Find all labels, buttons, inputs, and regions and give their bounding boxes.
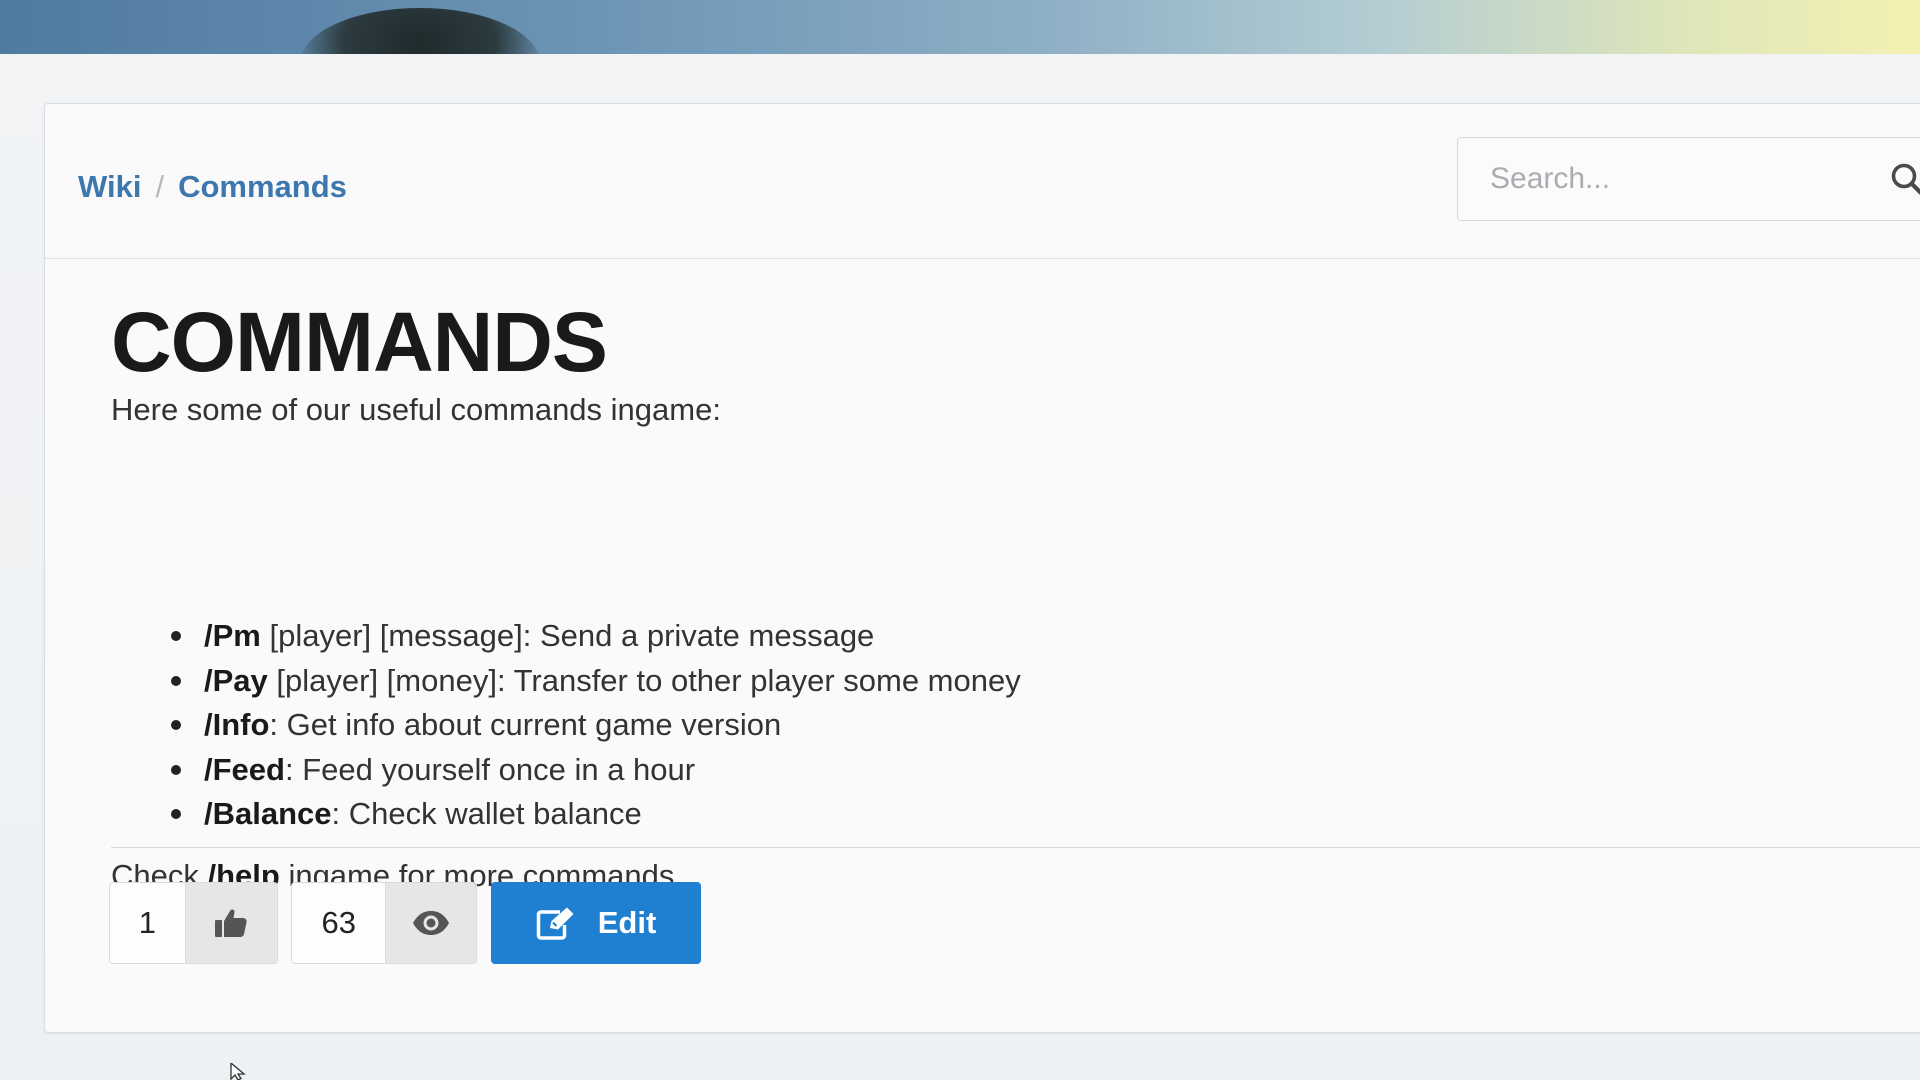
like-count: 1 (110, 883, 185, 963)
command-description: : Send a private message (522, 618, 875, 653)
card-header: Wiki / Commands (45, 104, 1920, 259)
breadcrumb: Wiki / Commands (78, 167, 347, 207)
list-item: /Info: Get info about current game versi… (111, 703, 1021, 748)
command-args: [player] [message] (260, 618, 523, 653)
header-banner (0, 0, 1920, 54)
list-item: /Pm [player] [message]: Send a private m… (111, 614, 1021, 659)
list-item: /Balance: Check wallet balance (111, 792, 1021, 837)
banner-artwork (300, 8, 540, 54)
bullet (171, 720, 181, 731)
bullet (171, 675, 181, 686)
search-icon[interactable] (1890, 162, 1920, 196)
content-divider (111, 847, 1920, 848)
views-indicator (385, 883, 476, 963)
command-description: : Feed yourself once in a hour (284, 751, 696, 787)
command-args: [player] [money] (267, 662, 497, 698)
page-title: COMMANDS (111, 295, 608, 389)
edit-label: Edit (597, 905, 657, 940)
intro-text: Here some of our useful commands ingame: (111, 392, 721, 427)
command-name: /Pm (204, 618, 261, 653)
command-name: /Info (204, 707, 270, 743)
command-name: /Feed (204, 751, 285, 787)
search-input[interactable] (1458, 138, 1890, 220)
list-item: /Pay [player] [money]: Transfer to other… (111, 659, 1021, 704)
article-content: COMMANDS Here some of our useful command… (111, 294, 1811, 893)
breadcrumb-item-commands[interactable]: Commands (178, 169, 347, 204)
page: Wiki / Commands COMMANDS Here some of our … (0, 0, 1920, 1080)
bullet (171, 764, 181, 775)
list-item: /Feed: Feed yourself once in a hour (111, 748, 1021, 793)
edit-button[interactable]: Edit (491, 882, 701, 964)
search-box (1457, 137, 1920, 221)
view-counter: 63 (291, 882, 477, 964)
command-name: /Balance (204, 796, 332, 832)
breadcrumb-separator: / (155, 169, 165, 204)
wiki-card: Wiki / Commands COMMANDS Here some of our … (44, 103, 1920, 1033)
command-description: : Check wallet balance (331, 796, 642, 832)
edit-icon (536, 907, 574, 940)
like-button[interactable] (184, 883, 277, 963)
eye-icon (413, 911, 450, 935)
bullet (171, 809, 181, 820)
view-count: 63 (292, 883, 386, 963)
breadcrumb-item-wiki[interactable]: Wiki (78, 169, 141, 204)
bullet (171, 631, 181, 641)
thumbs-up-icon (215, 909, 247, 937)
like-counter: 1 (109, 882, 278, 964)
command-description: : Transfer to other player some money (496, 662, 1021, 698)
mouse-cursor-icon (230, 1063, 246, 1080)
command-description: : Get info about current game version (269, 707, 782, 743)
command-list: /Pm [player] [message]: Send a private m… (111, 614, 1021, 837)
command-name: /Pay (204, 662, 268, 698)
